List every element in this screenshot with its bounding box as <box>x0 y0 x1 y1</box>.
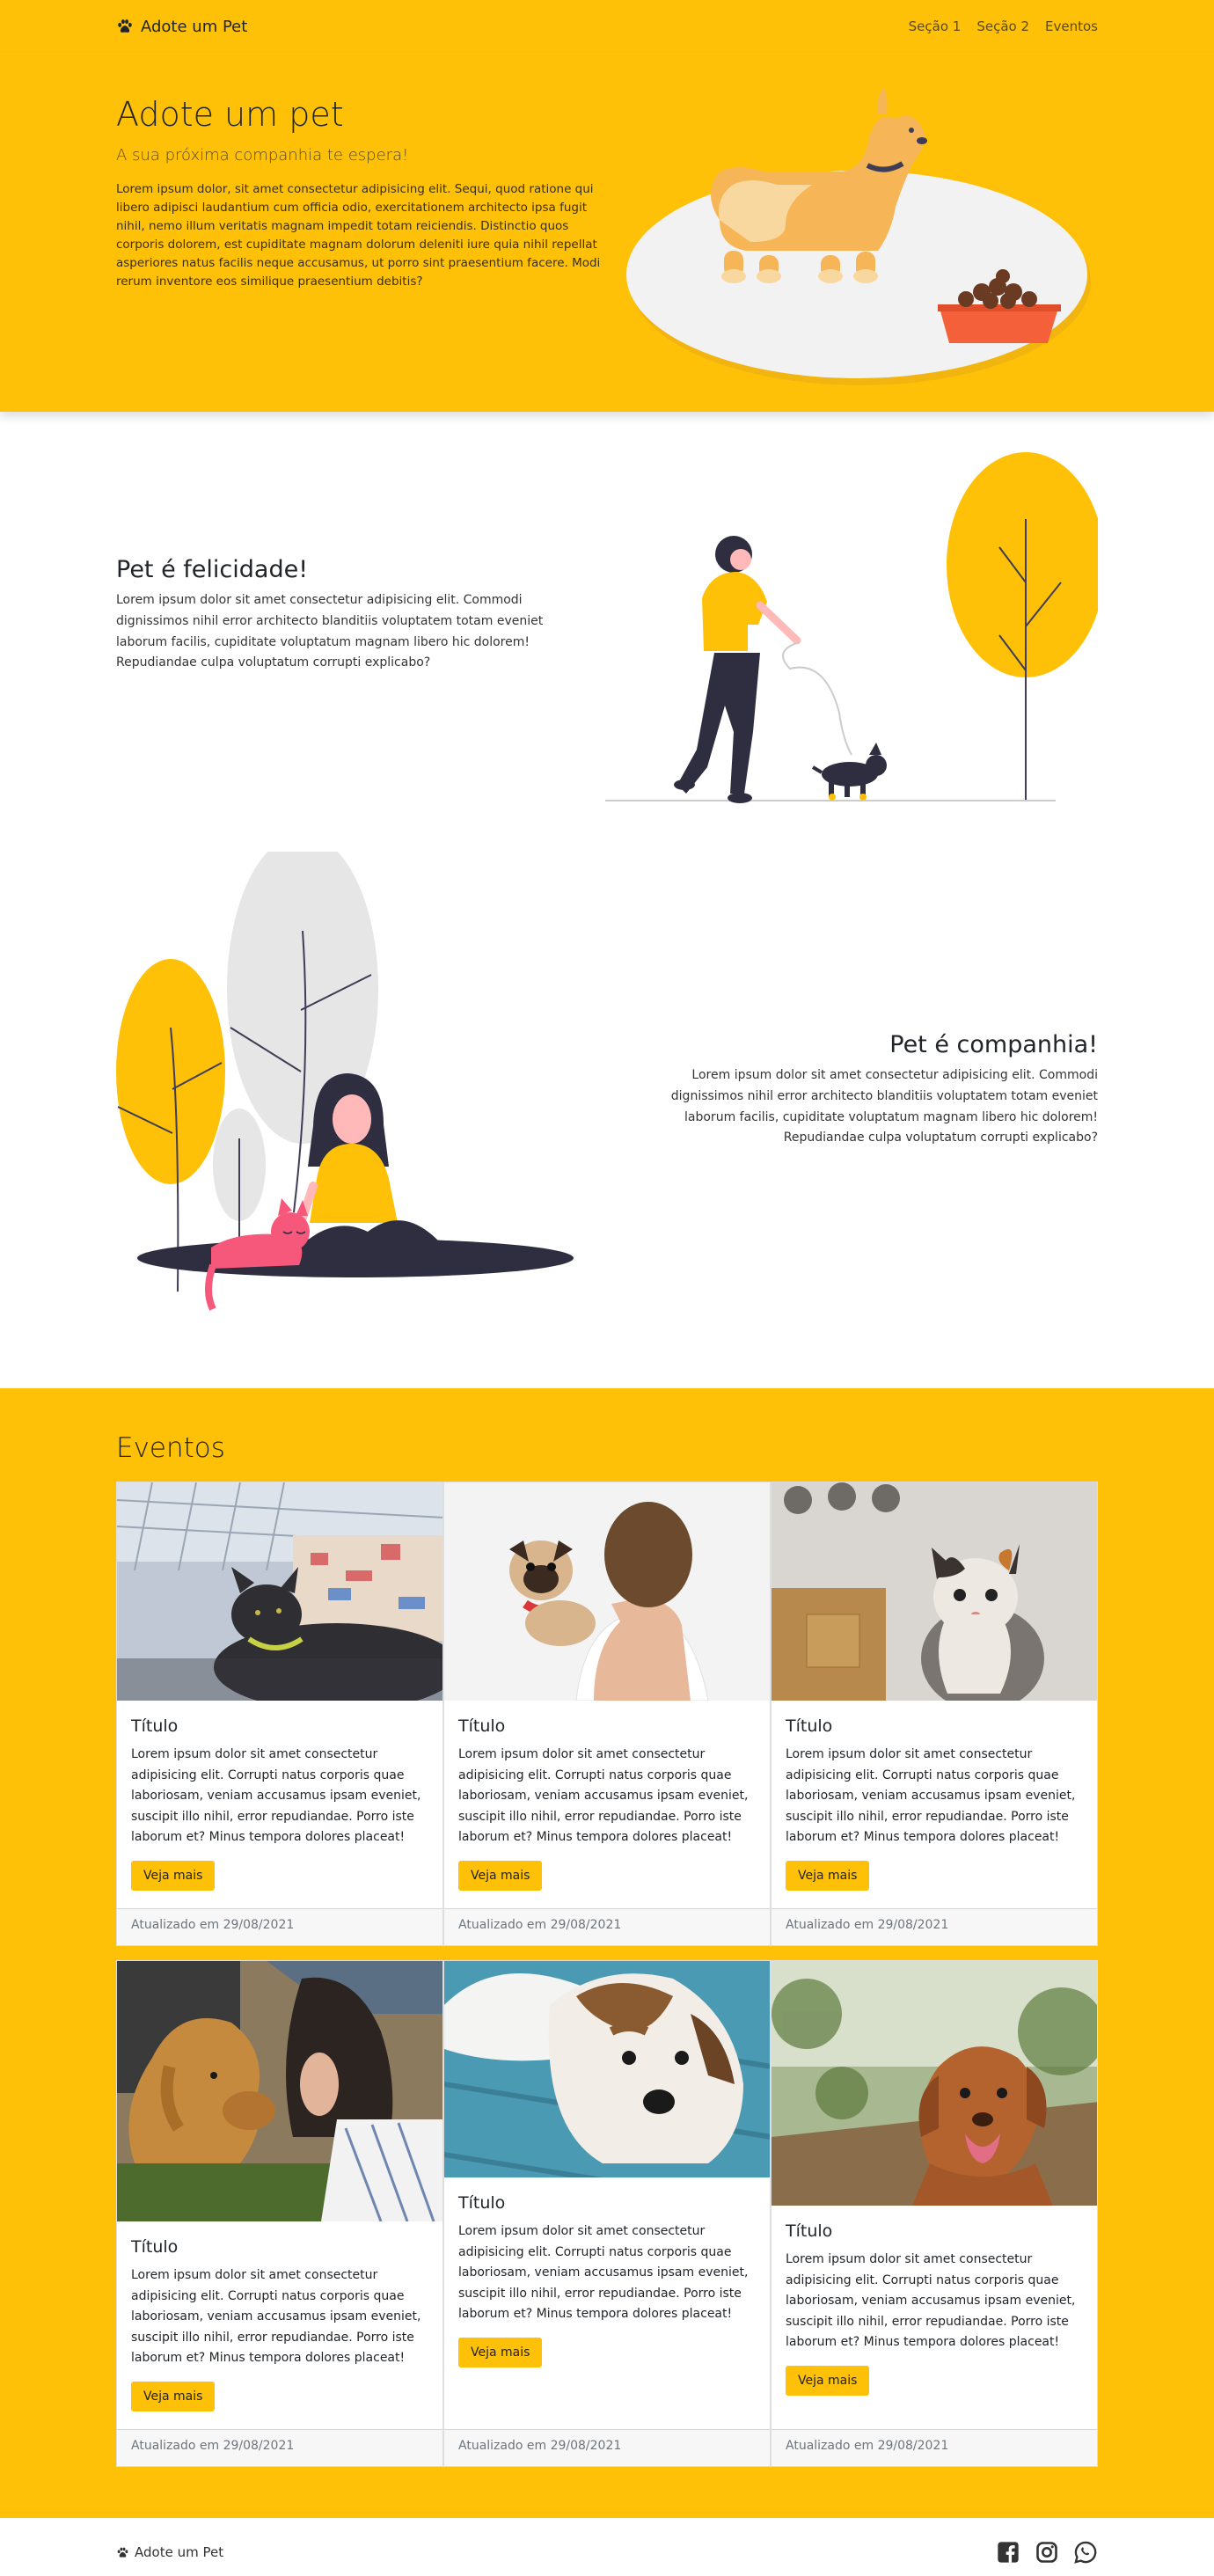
nav-link-secao-2[interactable]: Seção 2 <box>976 18 1029 34</box>
event-card-image <box>117 1961 442 2221</box>
event-card-text: Lorem ipsum dolor sit amet consectetur a… <box>786 2252 1076 2350</box>
event-card-title: Título <box>131 1716 179 1736</box>
veja-mais-button[interactable]: Veja mais <box>458 1860 543 1891</box>
veja-mais-button[interactable]: Veja mais <box>458 2337 543 2367</box>
event-card-title: Título <box>131 2237 179 2257</box>
event-card-body: Título Lorem ipsum dolor sit amet consec… <box>444 2177 770 2429</box>
event-card: Título Lorem ipsum dolor sit amet consec… <box>771 1960 1098 2467</box>
toller-dog-photo <box>772 1961 1097 2206</box>
veja-mais-button[interactable]: Veja mais <box>786 2365 870 2396</box>
event-card-image <box>444 1961 770 2177</box>
navbar: Adote um Pet Seção 1 Seção 2 Eventos <box>0 0 1214 53</box>
event-card-text: Lorem ipsum dolor sit amet consectetur a… <box>458 1747 749 1845</box>
instagram-icon[interactable] <box>1035 2540 1059 2565</box>
paw-icon <box>118 19 132 33</box>
feature-title: Pet é companhia! <box>889 1031 1098 1058</box>
event-card: Título Lorem ipsum dolor sit amet consec… <box>116 1482 443 1946</box>
hero-description: Lorem ipsum dolor, sit amet consectetur … <box>116 182 601 289</box>
nav-link-eventos[interactable]: Eventos <box>1045 18 1098 34</box>
event-card-title: Título <box>786 2221 833 2241</box>
page-footer: Adote um Pet <box>0 2518 1214 2576</box>
feature-text-companhia: Pet é companhia! Lorem ipsum dolor sit a… <box>640 1031 1098 1149</box>
brand-link[interactable]: Adote um Pet <box>116 18 247 36</box>
person-walking-dog-illustration <box>605 452 1098 803</box>
event-card: Título Lorem ipsum dolor sit amet consec… <box>116 1960 443 2467</box>
event-card-footer: Atualizado em 29/08/2021 <box>117 2429 442 2466</box>
feature-description: Lorem ipsum dolor sit amet consectetur a… <box>670 1068 1098 1145</box>
event-card-text: Lorem ipsum dolor sit amet consectetur a… <box>131 1747 421 1845</box>
footer-brand-label: Adote um Pet <box>135 2544 224 2560</box>
event-card-body: Título Lorem ipsum dolor sit amet consec… <box>772 2206 1097 2429</box>
feature-section-felicidade: Pet é felicidade! Lorem ipsum dolor sit … <box>0 412 1214 834</box>
hero-section: Adote um pet A sua próxima companhia te … <box>0 53 1214 412</box>
nav-link-secao-1[interactable]: Seção 1 <box>909 18 962 34</box>
hero-title: Adote um pet <box>116 95 344 134</box>
footer-brand[interactable]: Adote um Pet <box>116 2544 223 2560</box>
feature-title: Pet é felicidade! <box>116 556 309 583</box>
social-links <box>996 2540 1098 2565</box>
event-card-text: Lorem ipsum dolor sit amet consectetur a… <box>458 2224 749 2322</box>
events-section: Eventos Título Lorem ipsum dolor sit ame… <box>0 1388 1214 2518</box>
black-cat-photo <box>117 1482 442 1701</box>
paw-icon <box>117 2547 128 2558</box>
event-card-image <box>772 1482 1097 1701</box>
event-card-footer: Atualizado em 29/08/2021 <box>772 2429 1097 2466</box>
event-card-footer: Atualizado em 29/08/2021 <box>444 1908 770 1945</box>
whatsapp-icon[interactable] <box>1073 2540 1098 2565</box>
event-card-footer: Atualizado em 29/08/2021 <box>772 1908 1097 1945</box>
boy-with-pug-photo <box>444 1482 770 1701</box>
hero-subtitle: A sua próxima companhia te espera! <box>116 146 409 165</box>
brand-label: Adote um Pet <box>141 17 248 36</box>
person-with-cat-illustration <box>116 852 574 1311</box>
hero-dog-illustration <box>626 88 1091 385</box>
events-card-grid: Título Lorem ipsum dolor sit amet consec… <box>116 1482 1098 2481</box>
event-card-text: Lorem ipsum dolor sit amet consectetur a… <box>131 2268 421 2366</box>
feature-section-companhia: Pet é companhia! Lorem ipsum dolor sit a… <box>0 834 1214 1392</box>
event-card-image <box>772 1961 1097 2206</box>
event-card-footer: Atualizado em 29/08/2021 <box>117 1908 442 1945</box>
terrier-on-bench-photo <box>444 1961 770 2177</box>
veja-mais-button[interactable]: Veja mais <box>786 1860 870 1891</box>
hero-text: Adote um pet A sua próxima companhia te … <box>116 95 609 291</box>
golden-retriever-photo <box>117 1961 442 2221</box>
event-card-body: Título Lorem ipsum dolor sit amet consec… <box>117 1701 442 1908</box>
event-card: Título Lorem ipsum dolor sit amet consec… <box>771 1482 1098 1946</box>
event-card-body: Título Lorem ipsum dolor sit amet consec… <box>117 2221 442 2429</box>
event-card: Título Lorem ipsum dolor sit amet consec… <box>443 1960 771 2467</box>
event-card-body: Título Lorem ipsum dolor sit amet consec… <box>444 1701 770 1908</box>
event-card-image <box>444 1482 770 1701</box>
facebook-icon[interactable] <box>996 2540 1020 2565</box>
event-card-title: Título <box>786 1716 833 1736</box>
nav-links: Seção 1 Seção 2 Eventos <box>909 18 1098 34</box>
event-card-text: Lorem ipsum dolor sit amet consectetur a… <box>786 1747 1076 1845</box>
event-card: Título Lorem ipsum dolor sit amet consec… <box>443 1482 771 1946</box>
veja-mais-button[interactable]: Veja mais <box>131 1860 216 1891</box>
calico-kitten-photo <box>772 1482 1097 1701</box>
feature-text-felicidade: Pet é felicidade! Lorem ipsum dolor sit … <box>116 556 565 674</box>
event-card-title: Título <box>458 2193 506 2213</box>
feature-description: Lorem ipsum dolor sit amet consectetur a… <box>116 593 544 670</box>
event-card-image <box>117 1482 442 1701</box>
event-card-footer: Atualizado em 29/08/2021 <box>444 2429 770 2466</box>
veja-mais-button[interactable]: Veja mais <box>131 2381 216 2411</box>
events-title: Eventos <box>116 1432 225 1464</box>
event-card-title: Título <box>458 1716 506 1736</box>
event-card-body: Título Lorem ipsum dolor sit amet consec… <box>772 1701 1097 1908</box>
